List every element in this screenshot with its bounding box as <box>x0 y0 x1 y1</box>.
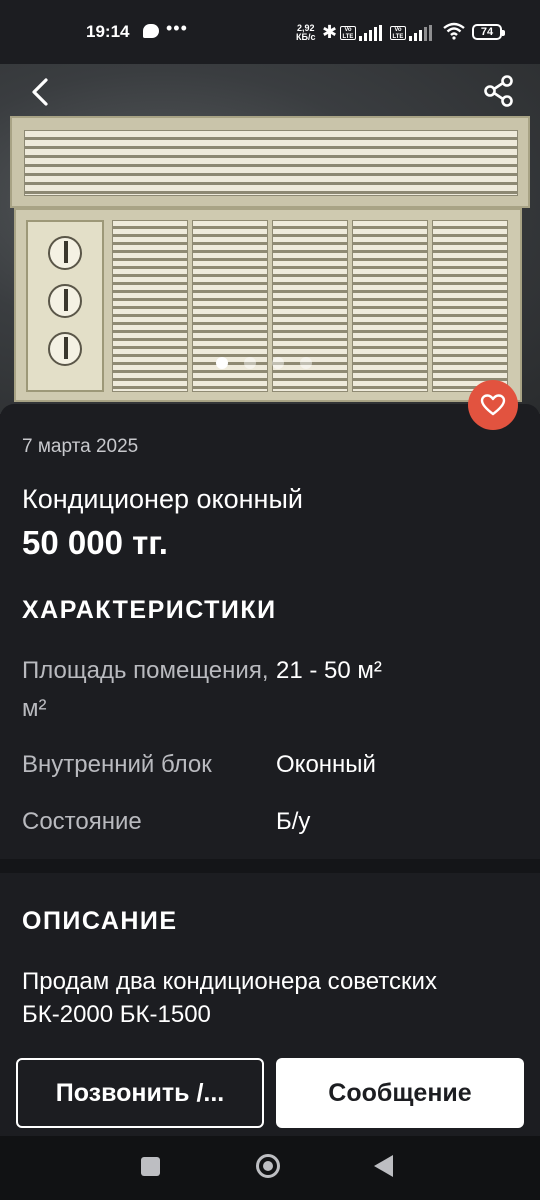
status-time: 19:14 <box>86 22 130 41</box>
spec-value-area: 21 - 50 м² <box>276 657 382 684</box>
pagination-dot-1[interactable] <box>216 357 228 369</box>
description-heading: ОПИСАНИЕ <box>22 907 178 935</box>
spec-label-condition: Состояние <box>22 808 142 835</box>
network-speed-unit: КБ/с <box>296 32 316 42</box>
back-arrow-icon[interactable] <box>24 74 60 110</box>
description-text: Продам два кондиционера советских БК-200… <box>22 968 437 1028</box>
spec-label-area: Площадь помещения, м² <box>22 657 269 722</box>
message-button[interactable]: Сообщение <box>276 1058 524 1128</box>
listing-price: 50 000 тг. <box>22 524 168 561</box>
spec-label-unit: Внутренний блок <box>22 751 212 778</box>
pagination-dot-2[interactable] <box>244 357 256 369</box>
heart-icon <box>480 394 506 416</box>
air-conditioner-front <box>14 208 522 402</box>
action-bar: Позвонить /... Сообщение <box>0 1046 540 1136</box>
signal-icon-1 <box>359 25 382 41</box>
listing-details: 7 марта 2025 Кондиционер оконный 50 000 … <box>0 404 540 859</box>
pagination-dot-3[interactable] <box>272 357 284 369</box>
wifi-icon <box>443 22 465 40</box>
listing-title: Кондиционер оконный <box>22 484 303 514</box>
pagination-dot-4[interactable] <box>300 357 312 369</box>
volte-icon-2: Vo LTE <box>390 26 406 40</box>
share-icon[interactable] <box>480 72 518 110</box>
recent-apps-icon[interactable] <box>141 1157 160 1176</box>
bluetooth-icon: ✱ <box>322 22 338 42</box>
volte-icon-1: Vo LTE <box>340 26 356 40</box>
status-bar: 19:14 ••• 2,92 КБ/с ✱ Vo LTE Vo LTE 74 <box>0 0 540 64</box>
signal-icon-2 <box>409 25 432 41</box>
description-section: ОПИСАНИЕ Продам два кондиционера советск… <box>0 873 540 1053</box>
gallery-pagination <box>216 357 312 369</box>
favorite-button[interactable] <box>468 380 518 430</box>
spec-value-condition: Б/у <box>276 808 311 835</box>
air-conditioner-top <box>10 116 530 208</box>
network-speed: 2,92 КБ/с <box>296 24 315 42</box>
listing-date: 7 марта 2025 <box>22 436 139 457</box>
home-icon[interactable] <box>256 1154 280 1178</box>
control-panel <box>26 220 104 392</box>
spec-value-unit: Оконный <box>276 751 376 778</box>
section-divider <box>0 859 540 873</box>
battery-indicator: 74 <box>472 24 505 40</box>
specs-heading: ХАРАКТЕРИСТИКИ <box>22 596 277 624</box>
system-nav-bar <box>0 1136 540 1200</box>
system-back-icon[interactable] <box>374 1155 393 1177</box>
chat-notification-icon <box>143 24 159 38</box>
call-button[interactable]: Позвонить /... <box>16 1058 264 1128</box>
more-notifications-icon: ••• <box>166 18 188 38</box>
